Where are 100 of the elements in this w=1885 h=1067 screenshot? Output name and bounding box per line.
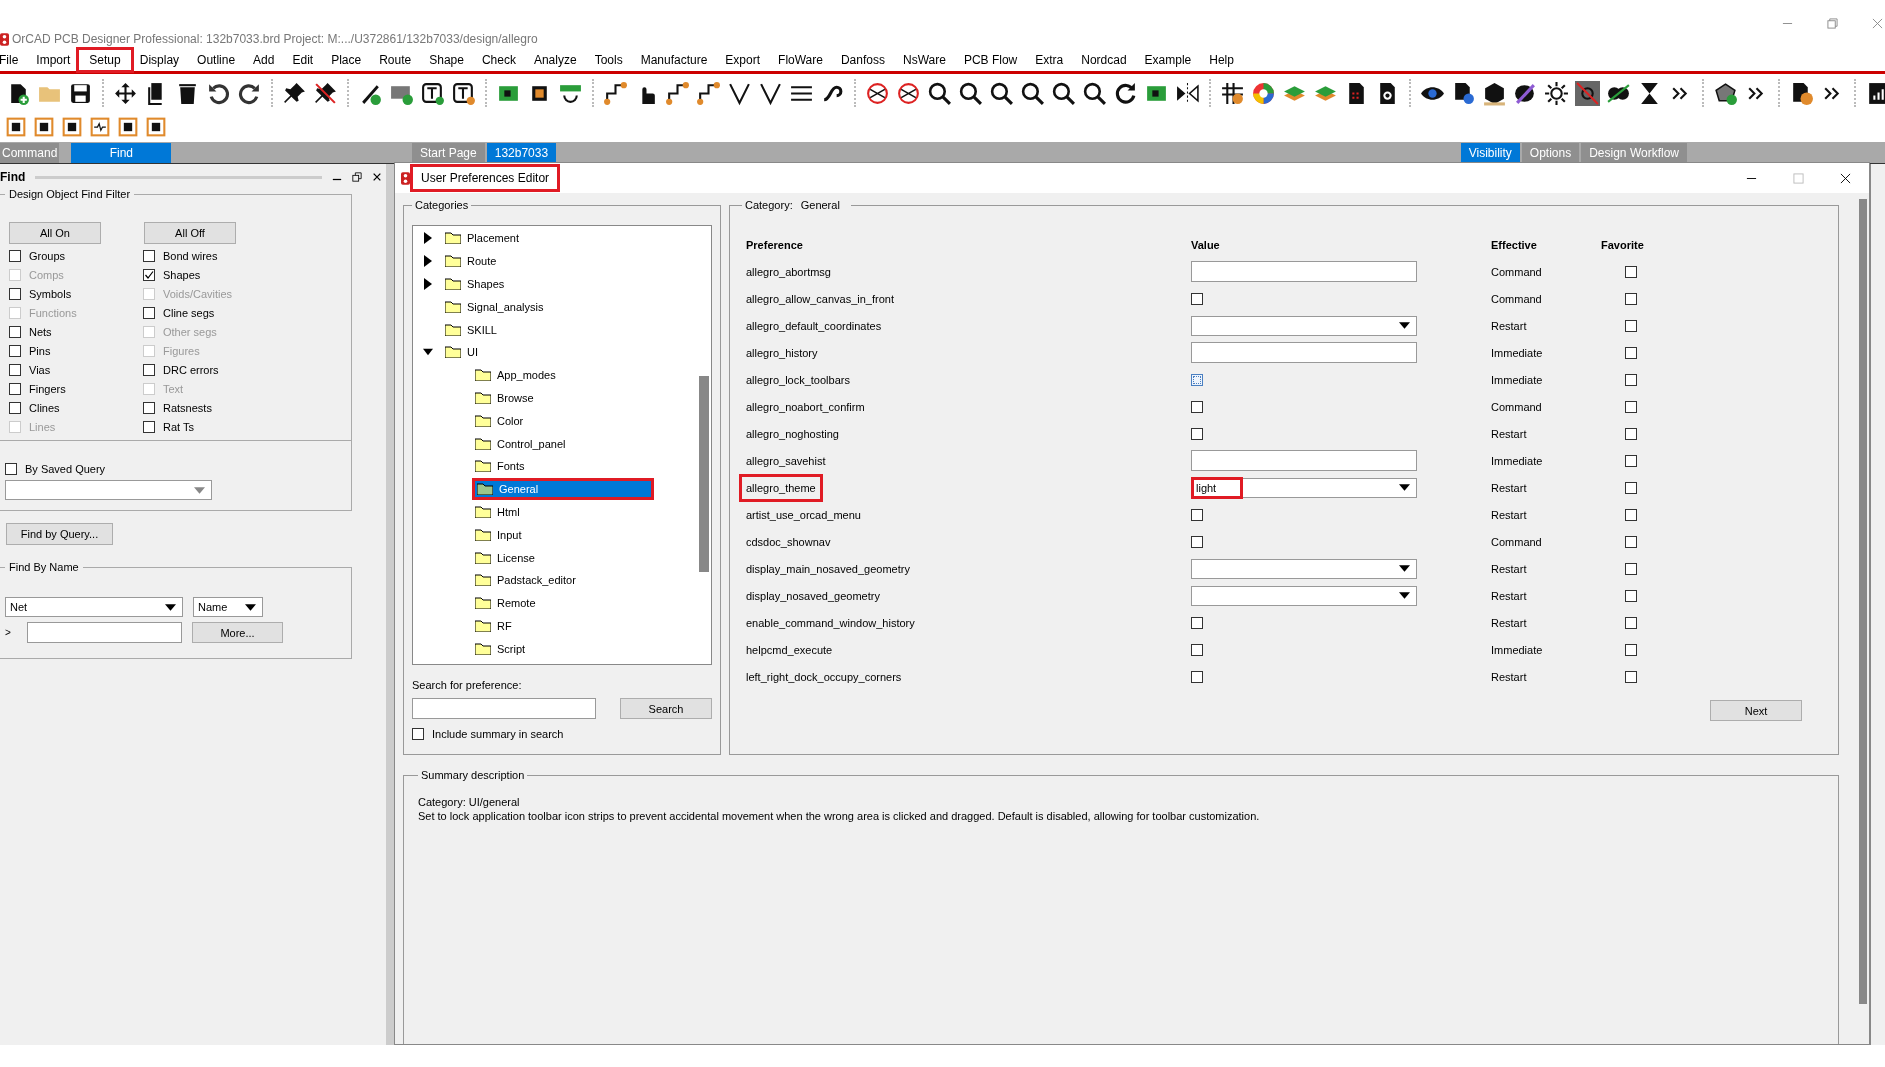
text-icon[interactable] [451,80,476,106]
menu-item[interactable]: Check [472,49,525,70]
tree-item[interactable]: Route [445,253,501,270]
menu-item[interactable]: Edit [283,49,323,70]
favorite-checkbox[interactable] [1625,400,1637,413]
close-icon[interactable] [1840,172,1851,184]
favorite-checkbox[interactable] [1625,292,1637,305]
menu-item[interactable]: Danfoss [831,49,894,70]
favorite-checkbox[interactable] [1625,319,1637,332]
value-checkbox[interactable] [1191,535,1203,548]
favorite-checkbox[interactable] [1625,265,1637,278]
value-checkbox[interactable] [1191,292,1203,305]
expand-arrow-icon[interactable] [423,255,433,268]
cube-icon[interactable] [1482,80,1507,106]
checkbox[interactable] [143,420,155,433]
menu-item[interactable]: Setup [79,49,131,70]
toggle-all-button[interactable]: All On [9,222,101,244]
value-field[interactable] [1191,450,1417,471]
checkbox[interactable] [9,287,21,300]
menu-item[interactable]: FloWare [769,49,832,70]
menu-item[interactable]: Analyze [524,49,586,70]
sun-icon[interactable] [1544,80,1569,106]
scrollbar-thumb[interactable] [1859,199,1867,1004]
menu-item[interactable]: Shape [420,49,473,70]
checkbox[interactable] [143,268,155,281]
unpin-icon[interactable] [313,80,338,106]
menu-item[interactable]: Example [1135,49,1201,70]
menu-item[interactable]: Add [244,49,284,70]
expand-arrow-icon[interactable] [423,278,433,290]
query-dropdown[interactable] [5,480,212,500]
checkbox[interactable] [9,382,21,395]
favorite-checkbox[interactable] [1625,670,1637,683]
value-checkbox[interactable] [1191,400,1203,413]
checkbox[interactable] [412,728,424,740]
panel-tab[interactable]: Visibility [1460,143,1520,163]
favorite-checkbox[interactable] [1625,454,1637,467]
value-dropdown[interactable] [1191,585,1417,606]
favorite-checkbox[interactable] [1625,346,1637,359]
float-icon[interactable] [352,172,362,182]
panel-tab[interactable]: Find [71,143,172,163]
value-checkbox[interactable] [1191,643,1203,656]
mirror-icon[interactable] [1175,80,1200,106]
value-dropdown[interactable] [1191,315,1417,336]
value-checkbox[interactable] [1191,427,1203,440]
favorite-checkbox[interactable] [1625,427,1637,440]
tree-item[interactable]: General [475,481,651,498]
checkbox[interactable] [143,306,155,319]
value-field[interactable] [1191,342,1417,363]
favorite-checkbox[interactable] [1625,643,1637,656]
zoom-icon[interactable] [1082,80,1107,106]
menu-item[interactable]: Extra [1026,49,1073,70]
pentagon-icon[interactable] [1713,80,1738,106]
menu-item[interactable]: Display [130,49,189,70]
checkbox[interactable] [9,325,21,338]
favorite-checkbox[interactable] [1625,616,1637,629]
value-dropdown[interactable] [1191,558,1417,579]
grid-icon[interactable] [1220,80,1245,106]
search-field[interactable] [412,698,596,719]
menu-item[interactable]: Manufacture [631,49,717,70]
route-icon[interactable] [603,80,628,106]
value-checkbox[interactable] [1191,508,1203,521]
waveform-icon[interactable] [90,117,110,137]
color-wheel-icon[interactable] [1251,80,1276,106]
menu-item[interactable]: Tools [585,49,632,70]
menu-item[interactable]: Nordcad [1072,49,1136,70]
zoom-icon[interactable] [1020,80,1045,106]
tree-item[interactable]: UI [445,344,482,361]
menu-item[interactable]: Outline [188,49,245,70]
checkbox[interactable] [143,401,155,414]
value-checkbox[interactable] [1191,616,1203,629]
expand-arrow-icon[interactable] [423,232,433,245]
close-icon[interactable] [372,172,382,182]
menu-item[interactable]: Export [716,49,770,70]
tree-item[interactable]: License [475,549,539,566]
value-field[interactable] [1191,261,1417,282]
route-icon[interactable] [665,80,690,106]
type-dropdown[interactable]: Net [5,597,183,617]
zoom-icon[interactable] [927,80,952,106]
mode-dropdown[interactable]: Name [193,597,263,617]
tree-item[interactable]: Padstack_editor [475,572,580,589]
tree-item[interactable]: Signal_analysis [445,298,548,315]
target-icon[interactable] [896,80,921,106]
favorite-checkbox[interactable] [1625,481,1637,494]
square-icon[interactable] [146,117,166,137]
menu-item[interactable]: Route [370,49,421,70]
zoom-icon[interactable] [1051,80,1076,106]
search-button[interactable]: Search [620,698,712,719]
favorite-checkbox[interactable] [1625,589,1637,602]
favorite-checkbox[interactable] [1625,535,1637,548]
menu-item[interactable]: Place [322,49,371,70]
tree-item[interactable]: Shapes [445,276,509,292]
zoom-icon[interactable] [989,80,1014,106]
tree-item[interactable]: Placement [445,230,523,247]
move-icon[interactable] [113,80,138,106]
route-icon[interactable] [696,80,721,106]
target-icon[interactable] [865,80,890,106]
menu-item[interactable]: Import [27,49,80,70]
document-tab[interactable]: 132b7033 [486,143,557,163]
tree-item[interactable]: Control_panel [475,435,570,452]
tree-item[interactable]: Color [475,412,528,429]
